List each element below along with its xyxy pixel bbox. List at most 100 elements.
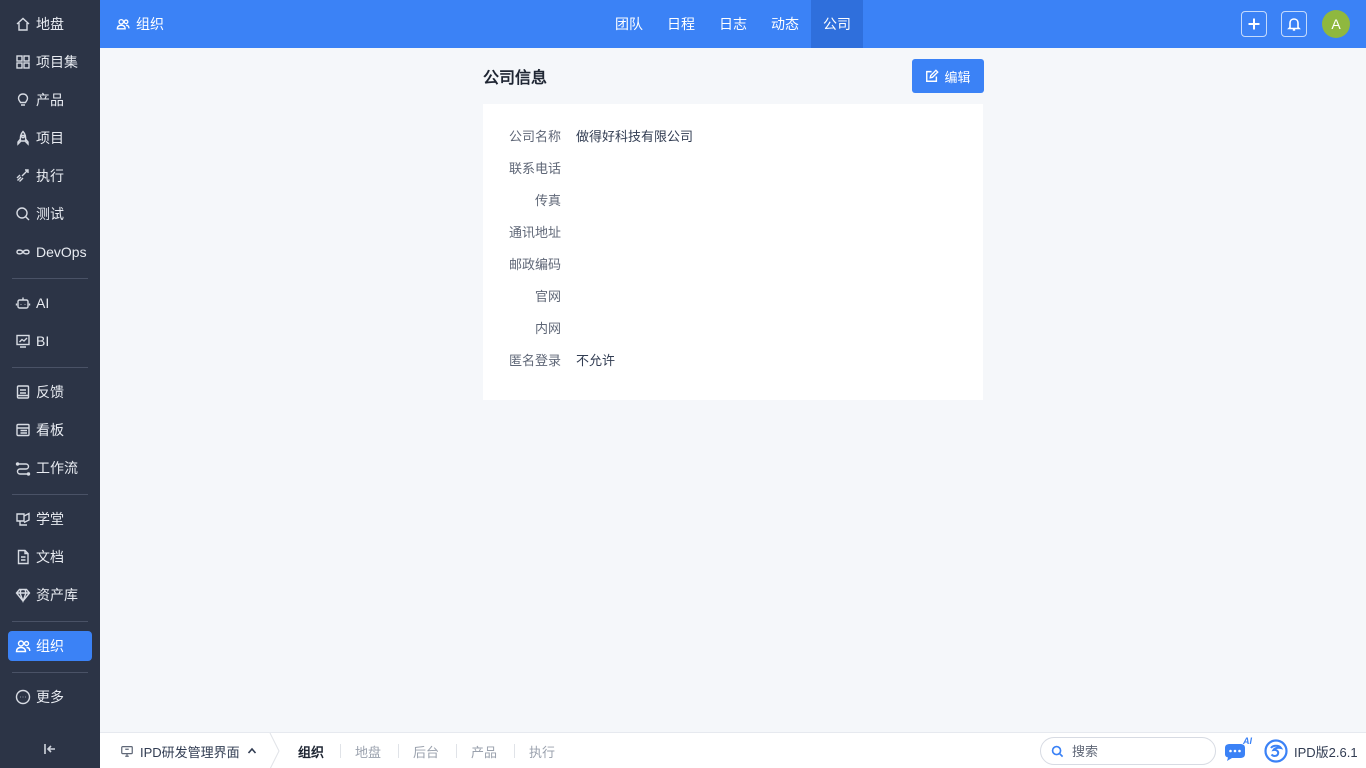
sidebar-item-execution[interactable]: 执行 xyxy=(8,161,92,191)
document-icon xyxy=(14,548,32,566)
page-title: 公司信息 xyxy=(483,70,548,87)
info-row-zipcode: 邮政编码 xyxy=(483,253,576,273)
workflow-icon xyxy=(14,459,32,477)
sidebar-item-label: 学堂 xyxy=(36,511,64,527)
crumb-admin[interactable]: 后台 xyxy=(413,733,439,768)
sidebar-item-label: 地盘 xyxy=(36,16,64,32)
sidebar-item-label: 更多 xyxy=(36,689,64,705)
users-icon xyxy=(14,637,32,655)
field-label: 传真 xyxy=(534,192,561,208)
tab-team[interactable]: 团队 xyxy=(605,0,653,48)
info-row-company-name: 公司名称 做得好科技有限公司 xyxy=(483,125,693,145)
sidebar-item-kanban[interactable]: 看板 xyxy=(8,415,92,445)
notification-button[interactable] xyxy=(1281,11,1307,37)
bottom-bar: IPD研发管理界面 组织 地盘 后台 产品 执行 AI IPD版2.6.1 xyxy=(100,732,1366,768)
field-label: 通讯地址 xyxy=(508,224,561,240)
field-label: 匿名登录 xyxy=(508,352,561,368)
sidebar-item-school[interactable]: 学堂 xyxy=(8,504,92,534)
crumb-divider xyxy=(514,744,515,758)
crumb-divider xyxy=(456,744,457,758)
crumb-organization[interactable]: 组织 xyxy=(298,733,324,768)
sidebar-item-bi[interactable]: BI xyxy=(8,326,92,356)
tab-dynamic[interactable]: 动态 xyxy=(761,0,809,48)
sidebar-item-dashboard[interactable]: 地盘 xyxy=(8,9,92,39)
sidebar-item-doc[interactable]: 文档 xyxy=(8,542,92,572)
kanban-icon xyxy=(14,421,32,439)
sidebar-item-devops[interactable]: DevOps xyxy=(8,237,92,267)
breadcrumb-arrow xyxy=(269,733,280,768)
sidebar-item-organization[interactable]: 组织 xyxy=(8,631,92,661)
search-box[interactable] xyxy=(1040,737,1216,765)
sidebar-item-label: AI xyxy=(36,295,50,311)
sidebar-item-product[interactable]: 产品 xyxy=(8,85,92,115)
sidebar-item-label: 工作流 xyxy=(36,460,78,476)
field-value: 做得好科技有限公司 xyxy=(576,128,694,144)
sidebar-item-more[interactable]: 更多 xyxy=(8,682,92,712)
info-row-phone: 联系电话 xyxy=(483,157,576,177)
bell-icon xyxy=(1287,18,1301,31)
infinity-icon xyxy=(14,243,32,261)
sidebar-item-test[interactable]: 测试 xyxy=(8,199,92,229)
top-navbar: 组织 团队 日程 日志 动态 公司 A xyxy=(100,0,1366,48)
sidebar-divider xyxy=(12,621,88,622)
sidebar-item-label: 反馈 xyxy=(36,384,64,400)
app-switcher-label: IPD研发管理界面 xyxy=(140,744,240,760)
rocket-icon xyxy=(14,129,32,147)
sidebar-item-label: BI xyxy=(36,333,50,349)
sidebar-divider xyxy=(12,494,88,495)
tab-calendar[interactable]: 日程 xyxy=(657,0,705,48)
sidebar-item-label: 项目集 xyxy=(36,54,78,70)
monitor-icon xyxy=(121,746,133,757)
school-icon xyxy=(14,510,32,528)
diamond-icon xyxy=(14,586,32,604)
sidebar-item-label: 项目 xyxy=(36,130,64,146)
sidebar: 地盘 项目集 产品 项目 执行 测试 DevOps AI BI 反馈 看板 工作… xyxy=(0,0,100,768)
ai-badge: AI xyxy=(1243,736,1252,746)
version-label: IPD版2.6.1 xyxy=(1294,744,1358,760)
field-label: 联系电话 xyxy=(508,160,561,176)
more-icon xyxy=(14,688,32,706)
avatar[interactable]: A xyxy=(1322,10,1350,38)
sidebar-item-label: 文档 xyxy=(36,549,64,565)
field-value: 不允许 xyxy=(576,352,616,368)
users-icon xyxy=(116,18,130,30)
sidebar-divider xyxy=(12,367,88,368)
tab-company[interactable]: 公司 xyxy=(811,0,863,48)
crumb-product[interactable]: 产品 xyxy=(471,733,497,768)
chart-icon xyxy=(14,332,32,350)
app-switcher[interactable]: IPD研发管理界面 xyxy=(120,733,257,768)
sidebar-item-workflow[interactable]: 工作流 xyxy=(8,453,92,483)
crumb-execution[interactable]: 执行 xyxy=(529,733,555,768)
sidebar-divider xyxy=(12,278,88,279)
sidebar-item-program[interactable]: 项目集 xyxy=(8,47,92,77)
sidebar-item-project[interactable]: 项目 xyxy=(8,123,92,153)
sidebar-item-label: 看板 xyxy=(36,422,64,438)
edit-button[interactable]: 编辑 xyxy=(912,59,984,93)
collapse-left-icon xyxy=(44,744,55,754)
search-input[interactable] xyxy=(1072,743,1202,759)
info-row-anonymous-login: 匿名登录 不允许 xyxy=(483,349,615,369)
ai-chat-button[interactable]: AI xyxy=(1222,736,1254,763)
company-info-card: 公司名称 做得好科技有限公司 联系电话 传真 通讯地址 邮政编码 官网 内网 匿… xyxy=(483,104,983,400)
sidebar-item-label: DevOps xyxy=(36,244,87,260)
sidebar-item-label: 产品 xyxy=(36,92,64,108)
feedback-icon xyxy=(14,383,32,401)
crumb-divider xyxy=(398,744,399,758)
tab-log[interactable]: 日志 xyxy=(709,0,757,48)
sidebar-item-feedback[interactable]: 反馈 xyxy=(8,377,92,407)
sidebar-item-label: 执行 xyxy=(36,168,64,184)
field-label: 官网 xyxy=(534,288,561,304)
sidebar-collapse-button[interactable] xyxy=(40,740,60,758)
create-button[interactable] xyxy=(1241,11,1267,37)
sidebar-item-asset[interactable]: 资产库 xyxy=(8,580,92,610)
run-icon xyxy=(14,167,32,185)
chevron-up-icon xyxy=(247,747,256,754)
sidebar-item-label: 资产库 xyxy=(36,587,78,603)
module-title-label: 组织 xyxy=(136,16,164,32)
crumb-dashboard[interactable]: 地盘 xyxy=(355,733,381,768)
search-icon xyxy=(1051,745,1064,757)
zentao-logo-icon xyxy=(1264,739,1288,763)
sidebar-item-ai[interactable]: AI xyxy=(8,288,92,318)
grid-icon xyxy=(14,53,32,71)
sidebar-item-label: 测试 xyxy=(36,206,64,222)
